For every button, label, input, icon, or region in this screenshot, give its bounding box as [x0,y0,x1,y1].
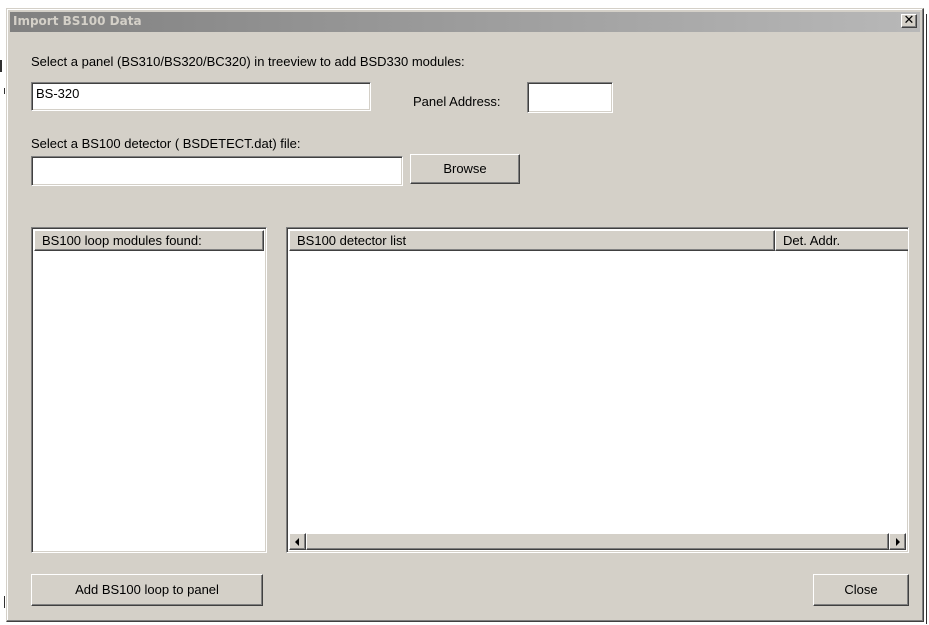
scroll-left-button[interactable] [289,533,306,550]
scroll-thumb[interactable] [306,533,889,550]
background-artifact-line [926,14,927,624]
panel-select-label: Select a panel (BS310/BS320/BC320) in tr… [31,54,465,69]
browse-button[interactable]: Browse [410,154,520,184]
detector-file-path-field[interactable] [31,156,403,186]
close-button[interactable]: Close [813,574,909,606]
close-window-button[interactable]: ✕ [901,13,917,28]
detector-list[interactable]: BS100 detector list Det. Addr. [286,227,909,553]
background-artifact-line [4,596,5,608]
add-loop-to-panel-button[interactable]: Add BS100 loop to panel [31,574,263,606]
close-icon: ✕ [903,13,915,28]
scroll-right-arrow-icon [896,538,900,546]
dialog-title: Import BS100 Data [13,14,142,28]
import-dialog: Import BS100 Data ✕ Select a panel (BS31… [6,8,924,622]
detector-address-column-header[interactable]: Det. Addr. [775,230,908,251]
loop-modules-header[interactable]: BS100 loop modules found: [34,230,264,251]
background-artifact-line [4,88,5,94]
panel-address-field[interactable] [527,82,613,113]
scroll-left-arrow-icon [295,538,299,546]
scroll-track[interactable] [306,533,889,550]
panel-address-label: Panel Address: [413,94,501,109]
horizontal-scrollbar[interactable] [289,533,906,550]
title-bar[interactable]: Import BS100 Data ✕ [10,12,920,32]
file-select-label: Select a BS100 detector ( BSDETECT.dat) … [31,136,301,151]
background-artifact-line [0,60,2,72]
scroll-right-button[interactable] [889,533,906,550]
panel-name-field[interactable]: BS-320 [31,82,371,111]
detector-list-column-header[interactable]: BS100 detector list [289,230,775,251]
loop-modules-list[interactable]: BS100 loop modules found: [31,227,267,553]
